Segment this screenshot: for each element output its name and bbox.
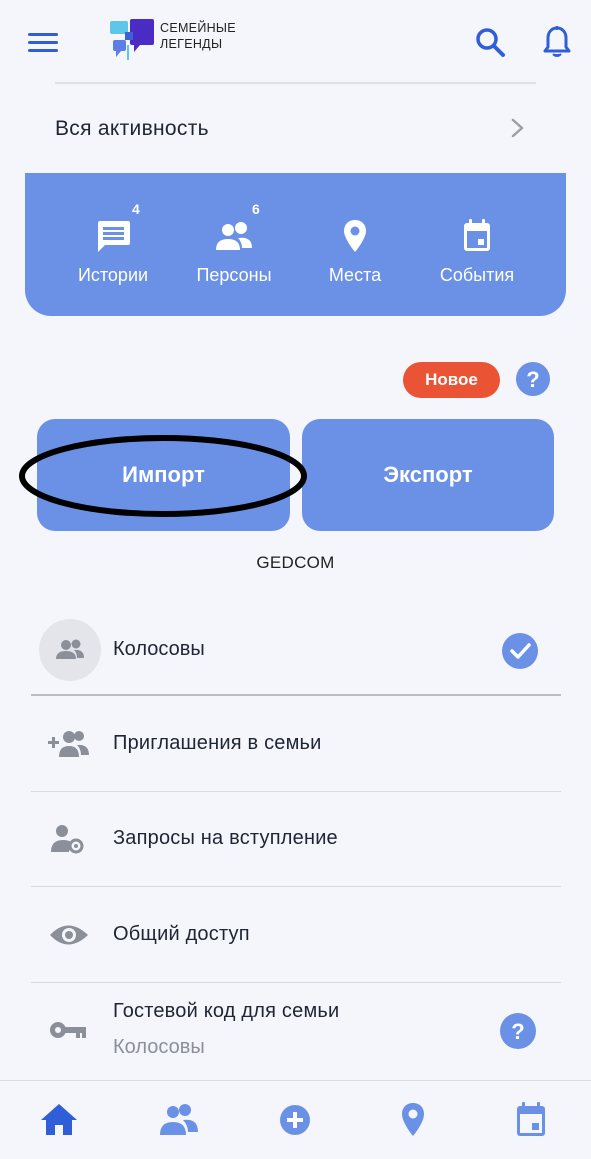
people-icon: [214, 218, 254, 254]
stat-persons[interactable]: 6 Персоны: [174, 173, 294, 316]
key-icon: [48, 1013, 90, 1047]
guest-code-row[interactable]: [31, 983, 561, 1078]
plus-circle-icon[interactable]: [273, 1098, 317, 1142]
stat-places-label: Места: [328, 265, 382, 285]
stat-events-label: События: [439, 265, 515, 285]
all-activity-label: Вся активность: [55, 117, 209, 140]
logo-text-line1: СЕМЕЙНЫЕ: [160, 21, 236, 35]
calendar-icon[interactable]: [509, 1098, 553, 1142]
hamburger-menu-icon[interactable]: [28, 33, 58, 53]
stats-card: 4 Истории 6 Персоны Места События: [25, 173, 566, 316]
app-logo: [108, 18, 156, 62]
new-badge: Новое: [403, 362, 500, 398]
export-button[interactable]: Экспорт: [302, 419, 554, 531]
join-requests-label: Запросы на вступление: [113, 827, 338, 849]
stat-stories-count: 4: [132, 201, 140, 217]
svg-text:?: ?: [511, 1019, 524, 1044]
calendar-icon: [457, 218, 497, 254]
stat-places[interactable]: Места: [295, 173, 415, 316]
family-divider: [31, 694, 561, 696]
shared-access-row[interactable]: [31, 887, 561, 982]
stat-stories-label: Истории: [77, 265, 149, 285]
guest-code-family: Колосовы: [113, 1036, 205, 1058]
stat-events[interactable]: События: [417, 173, 537, 316]
header-divider: [55, 82, 536, 84]
eye-icon: [48, 918, 90, 952]
family-avatar: [39, 619, 101, 681]
search-icon[interactable]: [474, 26, 506, 58]
gedcom-caption: GEDCOM: [256, 553, 335, 572]
help-icon[interactable]: ?: [500, 1013, 536, 1049]
user-gear-icon: [48, 822, 90, 856]
shared-access-label: Общий доступ: [113, 923, 250, 945]
message-icon: [93, 218, 133, 254]
map-pin-icon: [335, 218, 375, 254]
stat-persons-label: Персоны: [196, 265, 272, 285]
bell-icon[interactable]: [541, 25, 573, 59]
stat-stories[interactable]: 4 Истории: [53, 173, 173, 316]
map-pin-icon[interactable]: [391, 1098, 435, 1142]
svg-text:?: ?: [526, 367, 539, 392]
stat-persons-count: 6: [252, 201, 260, 217]
chevron-right-icon: [510, 117, 526, 139]
add-group-icon: [48, 727, 90, 761]
logo-text-line2: ЛЕГЕНДЫ: [160, 37, 223, 51]
app-logo-text: СЕМЕЙНЫЕ ЛЕГЕНДЫ: [160, 20, 280, 52]
help-icon[interactable]: ?: [516, 362, 550, 396]
check-circle-icon[interactable]: [502, 633, 538, 669]
import-button[interactable]: Импорт: [37, 419, 290, 531]
guest-code-label: Гостевой код для семьи: [113, 1000, 340, 1022]
invitations-label: Приглашения в семьи: [113, 732, 322, 754]
people-icon[interactable]: [156, 1098, 200, 1142]
family-name[interactable]: Колосовы: [113, 638, 205, 661]
home-icon[interactable]: [37, 1098, 81, 1142]
